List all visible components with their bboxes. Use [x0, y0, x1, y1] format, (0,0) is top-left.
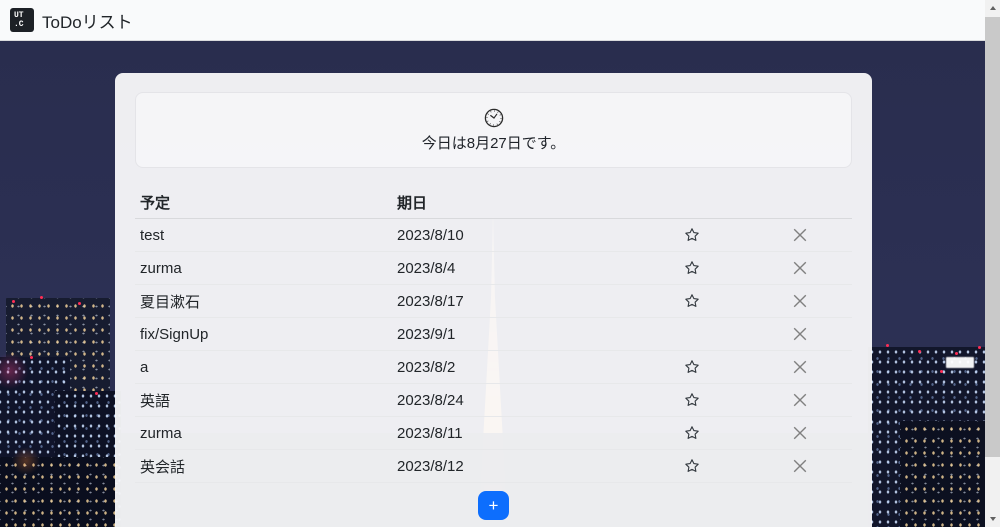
today-message: 今日は8月27日です。 — [422, 132, 566, 153]
delete-button[interactable] — [789, 224, 811, 246]
table-body: test 2023/8/10 zurma 2023/8/4 — [135, 219, 852, 483]
star-icon — [684, 260, 700, 276]
todo-task: 夏目漱石 — [135, 291, 397, 312]
table-row: test 2023/8/10 — [135, 219, 852, 252]
star-icon — [684, 227, 700, 243]
building — [900, 421, 988, 527]
star-button[interactable] — [682, 390, 702, 410]
todo-due: 2023/8/11 — [397, 425, 637, 442]
scrollbar-up-button[interactable] — [985, 0, 1000, 16]
delete-button[interactable] — [789, 389, 811, 411]
close-icon — [791, 358, 809, 376]
close-icon — [791, 391, 809, 409]
todo-due: 2023/8/10 — [397, 227, 637, 244]
delete-button[interactable] — [789, 356, 811, 378]
star-icon — [684, 293, 700, 309]
app-title: ToDoリスト — [42, 8, 133, 33]
scrollbar-down-button[interactable] — [985, 511, 1000, 527]
aviation-lights — [12, 300, 15, 303]
todo-task: zurma — [135, 260, 397, 277]
todo-task: zurma — [135, 425, 397, 442]
delete-button[interactable] — [789, 323, 811, 345]
star-icon — [684, 425, 700, 441]
close-icon — [791, 226, 809, 244]
add-button-row: + — [135, 491, 852, 520]
logo-line-2: .C — [14, 20, 34, 29]
todo-due: 2023/8/4 — [397, 260, 637, 277]
table-row: zurma 2023/8/11 — [135, 417, 852, 450]
table-row: 夏目漱石 2023/8/17 — [135, 285, 852, 318]
close-icon — [791, 259, 809, 277]
down-arrow-icon — [990, 517, 996, 521]
todo-task: test — [135, 227, 397, 244]
star-icon — [684, 458, 700, 474]
close-icon — [791, 325, 809, 343]
todo-task: a — [135, 359, 397, 376]
close-icon — [791, 292, 809, 310]
close-icon — [791, 457, 809, 475]
delete-button[interactable] — [789, 290, 811, 312]
neon-glow — [0, 331, 120, 527]
todo-task: 英語 — [135, 390, 397, 411]
todo-task: 英会話 — [135, 456, 397, 477]
todo-due: 2023/8/12 — [397, 458, 637, 475]
table-row: 英会話 2023/8/12 — [135, 450, 852, 483]
add-todo-button[interactable]: + — [478, 491, 509, 520]
vertical-scrollbar[interactable] — [985, 0, 1000, 527]
clock-icon — [483, 107, 505, 129]
table-row: zurma 2023/8/4 — [135, 252, 852, 285]
todo-due: 2023/8/17 — [397, 293, 637, 310]
table-row: 英語 2023/8/24 — [135, 384, 852, 417]
star-button[interactable] — [682, 456, 702, 476]
star-icon — [684, 359, 700, 375]
delete-button[interactable] — [789, 257, 811, 279]
delete-button[interactable] — [789, 422, 811, 444]
logo-line-1: UT — [14, 11, 34, 20]
todo-card: 今日は8月27日です。 予定 期日 test 2023/8/10 — [115, 73, 872, 527]
column-header-task: 予定 — [135, 192, 397, 213]
star-button[interactable] — [682, 258, 702, 278]
up-arrow-icon — [990, 6, 996, 10]
lit-billboard — [946, 357, 974, 368]
todo-table: 予定 期日 test 2023/8/10 — [135, 186, 852, 483]
app-viewport: UT .C ToDoリスト 今日は8月27日です。 予定 期日 test — [0, 0, 1000, 527]
top-navbar: UT .C ToDoリスト — [0, 0, 1000, 41]
star-button[interactable] — [682, 291, 702, 311]
star-button[interactable] — [682, 423, 702, 443]
table-header-row: 予定 期日 — [135, 186, 852, 219]
todo-task: fix/SignUp — [135, 326, 397, 343]
app-logo-icon: UT .C — [10, 8, 34, 32]
todo-due: 2023/8/2 — [397, 359, 637, 376]
star-icon — [684, 392, 700, 408]
star-button[interactable] — [682, 225, 702, 245]
close-icon — [791, 424, 809, 442]
todo-due: 2023/9/1 — [397, 326, 637, 343]
column-header-due: 期日 — [397, 192, 637, 213]
table-row: a 2023/8/2 — [135, 351, 852, 384]
scrollbar-thumb[interactable] — [985, 17, 1000, 457]
delete-button[interactable] — [789, 455, 811, 477]
table-row: fix/SignUp 2023/9/1 — [135, 318, 852, 351]
date-banner: 今日は8月27日です。 — [135, 92, 852, 168]
star-button[interactable] — [682, 357, 702, 377]
todo-due: 2023/8/24 — [397, 392, 637, 409]
